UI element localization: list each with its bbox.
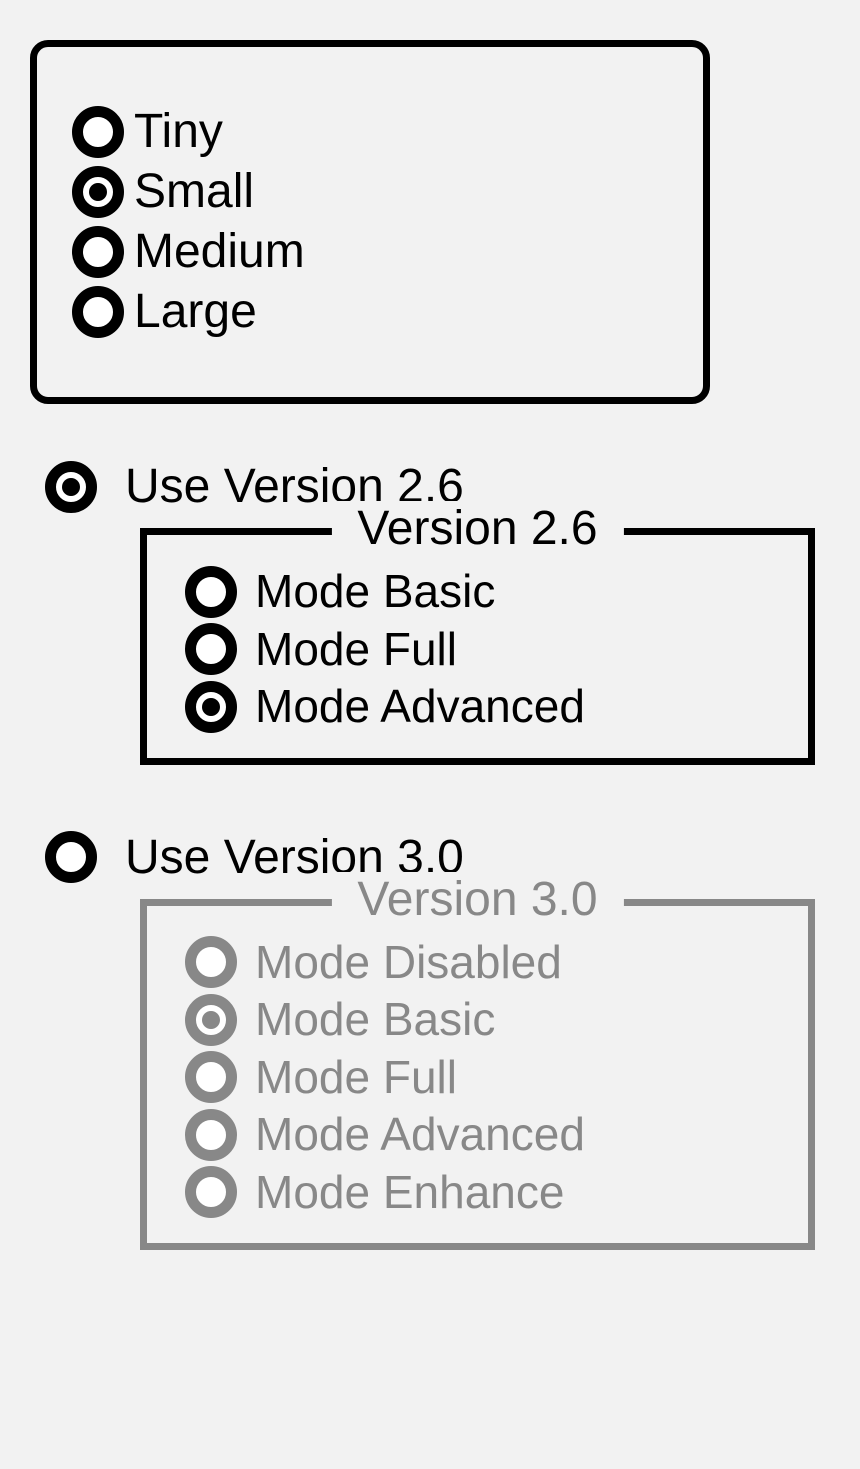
- mode-option-label: Mode Advanced: [255, 1106, 585, 1164]
- version-3-0-fieldset: Version 3.0 Mode Disabled Mode Basic Mod…: [140, 899, 815, 1251]
- page: Tiny Small Medium Large Use Version 2.6 …: [0, 0, 860, 1290]
- radio-icon: [185, 994, 237, 1046]
- v30-mode-advanced: Mode Advanced: [185, 1106, 780, 1164]
- size-option-medium[interactable]: Medium: [72, 222, 668, 282]
- version-2-6-block: Use Version 2.6 Version 2.6 Mode Basic M…: [45, 459, 830, 765]
- mode-option-label: Mode Advanced: [255, 678, 585, 736]
- v30-mode-basic: Mode Basic: [185, 991, 780, 1049]
- radio-icon: [185, 623, 237, 675]
- radio-icon: [185, 1051, 237, 1103]
- radio-icon: [72, 106, 124, 158]
- size-option-label: Small: [134, 162, 254, 222]
- size-option-label: Medium: [134, 222, 305, 282]
- v30-mode-full: Mode Full: [185, 1049, 780, 1107]
- version-2-6-fieldset: Version 2.6 Mode Basic Mode Full Mode Ad…: [140, 528, 815, 765]
- v30-mode-disabled: Mode Disabled: [185, 934, 780, 992]
- size-option-label: Tiny: [134, 102, 223, 162]
- size-option-small[interactable]: Small: [72, 162, 668, 222]
- mode-option-label: Mode Full: [255, 621, 457, 679]
- version-3-0-legend: Version 3.0: [331, 872, 623, 927]
- radio-icon: [45, 831, 97, 883]
- radio-icon: [45, 461, 97, 513]
- size-group: Tiny Small Medium Large: [30, 40, 710, 404]
- radio-icon: [72, 226, 124, 278]
- radio-icon: [185, 681, 237, 733]
- size-option-tiny[interactable]: Tiny: [72, 102, 668, 162]
- v26-mode-full[interactable]: Mode Full: [185, 621, 780, 679]
- version-2-6-legend: Version 2.6: [331, 501, 623, 556]
- radio-icon: [72, 286, 124, 338]
- mode-option-label: Mode Basic: [255, 563, 495, 621]
- radio-icon: [185, 566, 237, 618]
- mode-option-label: Mode Disabled: [255, 934, 562, 992]
- v30-mode-enhance: Mode Enhance: [185, 1164, 780, 1222]
- v26-mode-basic[interactable]: Mode Basic: [185, 563, 780, 621]
- radio-icon: [72, 166, 124, 218]
- version-3-0-block: Use Version 3.0 Version 3.0 Mode Disable…: [45, 830, 830, 1251]
- size-option-label: Large: [134, 282, 257, 342]
- radio-icon: [185, 936, 237, 988]
- radio-icon: [185, 1166, 237, 1218]
- size-option-large[interactable]: Large: [72, 282, 668, 342]
- mode-option-label: Mode Full: [255, 1049, 457, 1107]
- v26-mode-advanced[interactable]: Mode Advanced: [185, 678, 780, 736]
- radio-icon: [185, 1109, 237, 1161]
- mode-option-label: Mode Enhance: [255, 1164, 564, 1222]
- mode-option-label: Mode Basic: [255, 991, 495, 1049]
